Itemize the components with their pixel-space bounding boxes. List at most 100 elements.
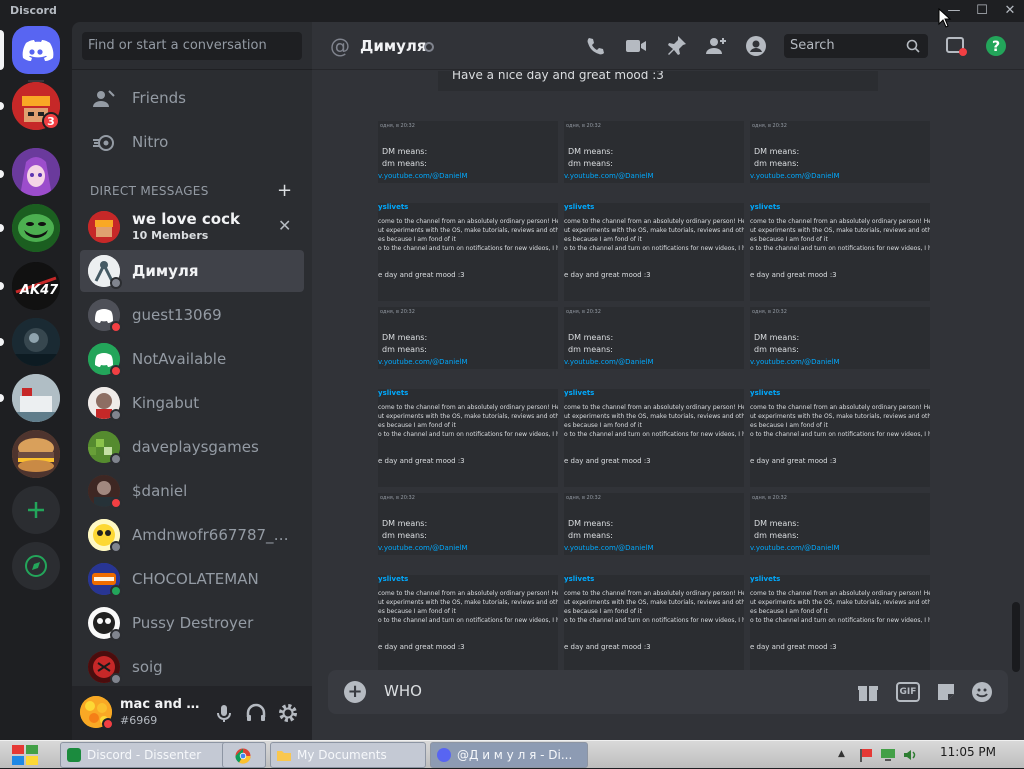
dm-item[interactable]: Димуля — [80, 250, 304, 292]
sticker-icon[interactable] — [934, 680, 958, 704]
tile-divider — [750, 555, 930, 575]
dm-item[interactable]: soig — [80, 646, 304, 688]
discord-window: Discord — ☐ ✕ 3 AK47 Find or start a con… — [0, 0, 1024, 740]
message-input[interactable]: WHO — [384, 682, 422, 700]
taskbar-task-active[interactable]: @Д и м у л я - Di... — [430, 742, 588, 768]
message-text[interactable]: yslivets — [378, 575, 408, 583]
dm-item[interactable]: Pussy Destroyer — [80, 602, 304, 644]
message-text[interactable]: yslivets — [750, 575, 780, 583]
search-input[interactable]: Search — [784, 34, 928, 58]
message-text: o to the channel and turn on notificatio… — [750, 617, 930, 624]
start-button-windows-logo-icon[interactable] — [8, 742, 42, 768]
message-text[interactable]: yslivets — [564, 203, 594, 211]
selected-pill — [0, 30, 4, 70]
gif-button[interactable]: GIF — [896, 682, 920, 702]
forwarded-message-tile: одня, в 20:32 DM means: dm means: v.youtube… — [564, 307, 744, 487]
network-icon[interactable] — [880, 747, 896, 763]
gift-icon[interactable] — [856, 680, 880, 704]
explore-servers-button[interactable] — [12, 542, 60, 590]
mouse-cursor-icon — [938, 8, 952, 28]
attach-plus-icon[interactable]: + — [344, 681, 366, 703]
dm-item[interactable]: NotAvailable — [80, 338, 304, 380]
maximize-button[interactable]: ☐ — [970, 2, 994, 20]
message-text[interactable]: yslivets — [378, 203, 408, 211]
dm-item[interactable]: daveplaysgames — [80, 426, 304, 468]
scrollbar-thumb[interactable] — [1012, 602, 1020, 672]
message-composer[interactable]: + WHO GIF — [328, 670, 1008, 714]
server-icon[interactable] — [12, 430, 60, 478]
message-link[interactable]: v.youtube.com/@DanielM — [750, 172, 840, 180]
create-dm-button[interactable]: + — [277, 180, 292, 201]
gear-icon[interactable] — [274, 699, 302, 727]
status-indicator — [110, 321, 122, 333]
message-text: ut experiments with the OS, make tutoria… — [750, 413, 930, 420]
nitro-icon — [93, 135, 114, 151]
dm-name: Димуля — [132, 262, 199, 280]
inbox-icon[interactable] — [944, 34, 968, 58]
home-button[interactable] — [12, 26, 60, 74]
unread-pill — [0, 224, 4, 232]
taskbar-task[interactable]: My Documents — [270, 742, 426, 768]
emoji-icon[interactable] — [970, 680, 994, 704]
find-conversation-button[interactable]: Find or start a conversation — [82, 32, 302, 60]
message-link[interactable]: v.youtube.com/@DanielM — [564, 172, 654, 180]
microphone-icon[interactable] — [210, 699, 238, 727]
message-text[interactable]: yslivets — [378, 389, 408, 397]
forwarded-message-tile: одня, в 20:32 DM means: dm means: v.youtube… — [378, 307, 558, 487]
message-link[interactable]: v.youtube.com/@DanielM — [378, 172, 468, 180]
dm-item[interactable]: Amdnwofr667787_im... — [80, 514, 304, 556]
message-text: es because I am fond of it — [378, 236, 456, 243]
pin-icon[interactable] — [664, 34, 688, 58]
add-friend-icon[interactable] — [704, 34, 728, 58]
message-link[interactable]: v.youtube.com/@DanielM — [750, 358, 840, 366]
server-avatar-icon — [12, 374, 60, 422]
message-text: ut experiments with the OS, make tutoria… — [564, 413, 744, 420]
add-server-button[interactable] — [12, 486, 60, 534]
message-link[interactable]: v.youtube.com/@DanielM — [378, 544, 468, 552]
status-indicator — [110, 277, 122, 289]
message-link[interactable]: v.youtube.com/@DanielM — [750, 544, 840, 552]
dm-item[interactable]: CHOCOLATEMAN — [80, 558, 304, 600]
message-text: dm means: — [568, 345, 613, 354]
nav-friends[interactable]: Friends — [80, 78, 304, 120]
volume-icon[interactable] — [902, 747, 918, 763]
message-text: o to the channel and turn on notificatio… — [564, 431, 744, 438]
task-label: @Д и м у л я - Di... — [457, 748, 573, 762]
tray-expand-icon[interactable]: ▲ — [838, 749, 845, 759]
server-icon[interactable] — [12, 318, 60, 366]
forwarded-message-tile: одня, в 20:32 DM means: dm means: v.youtube… — [750, 493, 930, 671]
flag-icon[interactable] — [858, 747, 874, 763]
close-dm-icon[interactable]: ✕ — [278, 216, 291, 235]
message-text: dm means: — [754, 159, 799, 168]
dm-name: daveplaysgames — [132, 438, 259, 456]
channel-header: @ Димуля Search ? — [312, 22, 1024, 70]
message-text[interactable]: yslivets — [750, 203, 780, 211]
message-text[interactable]: yslivets — [750, 389, 780, 397]
nav-nitro[interactable]: Nitro — [80, 122, 304, 164]
dm-item[interactable]: guest13069 — [80, 294, 304, 336]
user-profile-icon[interactable] — [744, 34, 768, 58]
server-icon[interactable] — [12, 148, 60, 196]
message-text: o to the channel and turn on notificatio… — [378, 431, 558, 438]
taskbar-task-chrome[interactable] — [222, 742, 266, 768]
close-button[interactable]: ✕ — [998, 2, 1022, 20]
message-text: es because I am fond of it — [564, 236, 642, 243]
message-text: одня, в 20:32 — [752, 309, 787, 315]
help-icon[interactable]: ? — [984, 34, 1008, 58]
message-link[interactable]: v.youtube.com/@DanielM — [564, 544, 654, 552]
server-icon[interactable] — [12, 374, 60, 422]
server-icon[interactable]: AK47 — [12, 262, 60, 310]
avatar-image-icon — [88, 211, 120, 243]
status-indicator — [110, 497, 122, 509]
video-call-icon[interactable] — [624, 34, 648, 58]
dm-item[interactable]: Kingabut — [80, 382, 304, 424]
server-icon[interactable] — [12, 204, 60, 252]
dm-item[interactable]: $daniel — [80, 470, 304, 512]
message-text[interactable]: yslivets — [564, 389, 594, 397]
headphones-icon[interactable] — [242, 699, 270, 727]
message-link[interactable]: v.youtube.com/@DanielM — [564, 358, 654, 366]
message-text[interactable]: yslivets — [564, 575, 594, 583]
message-link[interactable]: v.youtube.com/@DanielM — [378, 358, 468, 366]
dm-item-group[interactable]: we love cock 10 Members ✕ — [80, 206, 304, 248]
voice-call-icon[interactable] — [584, 34, 608, 58]
